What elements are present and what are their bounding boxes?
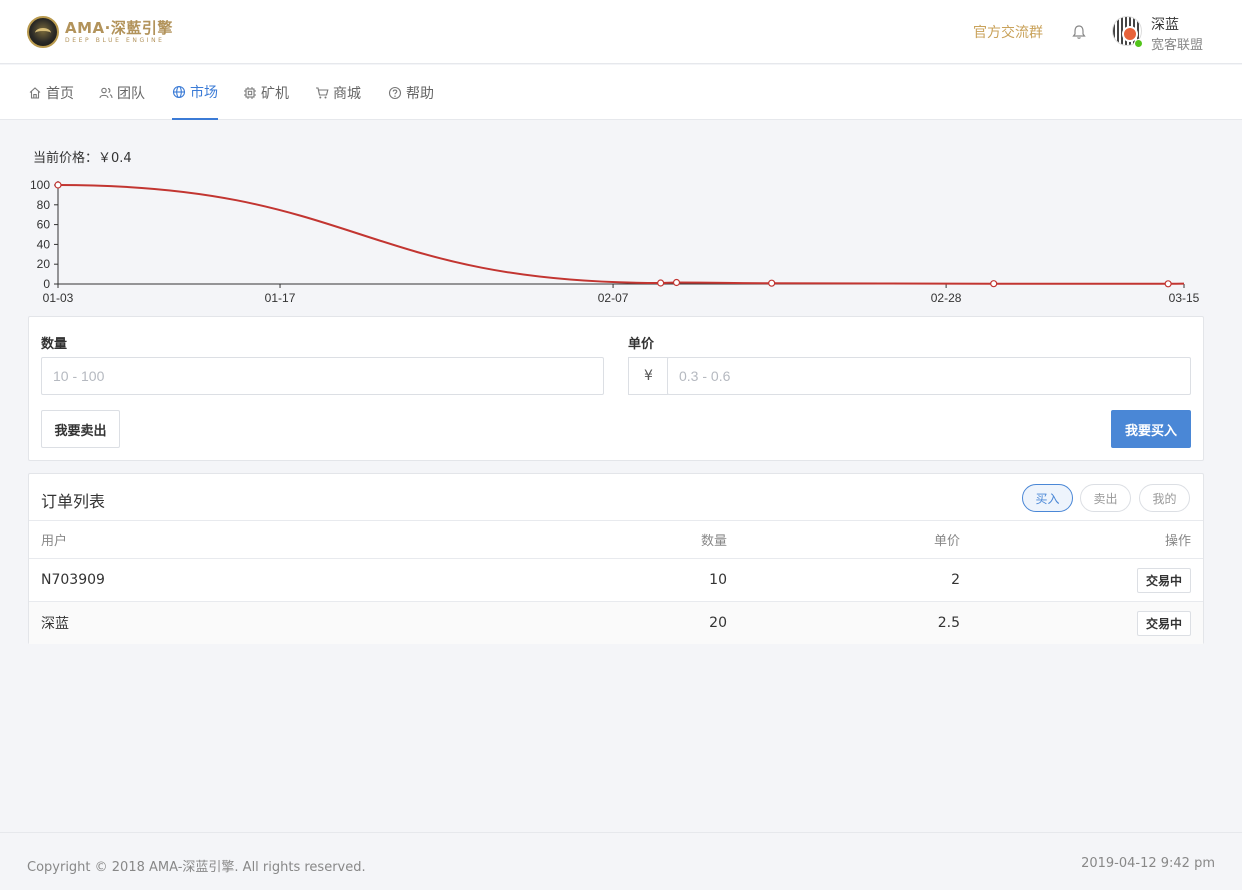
nav-item-help[interactable]: 帮助 bbox=[388, 65, 434, 120]
chip-icon bbox=[244, 86, 256, 99]
y-tick-label: 0 bbox=[43, 277, 50, 291]
current-price-label: 当前价格：￥0.4 bbox=[33, 151, 132, 166]
footer-timestamp: 2019-04-12 9:42 pm bbox=[1081, 856, 1215, 871]
nav-item-shop[interactable]: 商城 bbox=[315, 65, 361, 120]
order-price: 2.5 bbox=[937, 615, 960, 631]
price-data-point bbox=[54, 181, 62, 189]
x-tick-label: 02-28 bbox=[931, 291, 962, 305]
order-price: 2 bbox=[951, 572, 960, 588]
user-name[interactable]: 深蓝 bbox=[1151, 14, 1179, 34]
trading-button[interactable]: 交易中 bbox=[1136, 567, 1191, 593]
price-data-point bbox=[657, 279, 665, 287]
globe-icon bbox=[172, 85, 186, 98]
bell-icon[interactable] bbox=[1071, 24, 1087, 40]
nav-item-market[interactable]: 市场 bbox=[172, 65, 218, 120]
buy-button[interactable]: 我要买入 bbox=[1111, 410, 1191, 448]
brand-subtitle: DEEP BLUE ENGINE bbox=[65, 36, 165, 44]
column-header-price: 单价 bbox=[933, 534, 960, 549]
x-tick-label: 02-07 bbox=[598, 291, 629, 305]
page-footer: Copyright © 2018 AMA-深蓝引擎. All rights re… bbox=[0, 832, 1242, 890]
filter-sell-tab[interactable]: 卖出 bbox=[1080, 484, 1131, 512]
nav-label: 商城 bbox=[333, 85, 361, 102]
trade-form: 数量 单价 ¥ 我要卖出 我要买入 bbox=[28, 316, 1204, 461]
official-group-link[interactable]: 官方交流群 bbox=[973, 22, 1043, 42]
table-row: 深蓝 20 2.5 交易中 bbox=[29, 601, 1203, 644]
currency-prefix: ¥ bbox=[628, 357, 668, 395]
nav-label: 团队 bbox=[117, 85, 145, 102]
column-header-quantity: 数量 bbox=[700, 534, 727, 549]
nav-label: 市场 bbox=[190, 84, 218, 101]
order-action-cell: 交易中 bbox=[1136, 602, 1191, 644]
trading-button[interactable]: 交易中 bbox=[1136, 610, 1191, 636]
table-row: N703909 10 2 交易中 bbox=[29, 558, 1203, 601]
users-icon bbox=[99, 87, 113, 98]
quantity-label: 数量 bbox=[41, 337, 68, 352]
order-user: N703909 bbox=[41, 572, 105, 588]
column-header-user: 用户 bbox=[41, 534, 68, 549]
order-action-cell: 交易中 bbox=[1136, 559, 1191, 601]
order-list: 订单列表 买入 卖出 我的 用户 数量 单价 操作 N703909 10 2 交… bbox=[28, 473, 1204, 644]
nav-item-team[interactable]: 团队 bbox=[99, 65, 145, 120]
order-list-title: 订单列表 bbox=[41, 492, 106, 511]
sell-button[interactable]: 我要卖出 bbox=[41, 410, 120, 448]
y-tick-label: 80 bbox=[37, 198, 51, 212]
x-tick-label: 01-03 bbox=[43, 291, 74, 305]
order-quantity: 20 bbox=[709, 615, 727, 631]
table-header: 用户 数量 单价 操作 bbox=[29, 520, 1203, 558]
brand-text: AMA·深藍引擎 DEEP BLUE ENGINE bbox=[65, 18, 173, 44]
x-tick-label: 03-15 bbox=[1169, 291, 1200, 305]
unit-price-label: 单价 bbox=[628, 337, 655, 352]
order-quantity: 10 bbox=[709, 572, 727, 588]
y-tick-label: 100 bbox=[30, 178, 50, 192]
price-data-point bbox=[990, 280, 998, 288]
top-header: AMA·深藍引擎 DEEP BLUE ENGINE 官方交流群 深蓝 宽客联盟 bbox=[0, 0, 1242, 64]
column-header-action: 操作 bbox=[1164, 534, 1191, 549]
y-tick-label: 60 bbox=[37, 218, 51, 232]
price-series-line bbox=[57, 184, 1185, 285]
home-icon bbox=[29, 86, 41, 99]
price-data-point bbox=[1164, 280, 1172, 288]
user-organization: 宽客联盟 bbox=[1151, 38, 1204, 53]
copyright-text: Copyright © 2018 AMA-深蓝引擎. All rights re… bbox=[27, 860, 366, 875]
y-tick-label: 40 bbox=[37, 237, 51, 251]
price-data-point bbox=[672, 278, 681, 287]
online-status-dot bbox=[1134, 39, 1143, 48]
price-line-chart: 0 20 40 60 80 100 01-03 01-17 02-07 02-28 03-15 bbox=[30, 178, 1200, 305]
price-data-point bbox=[768, 279, 776, 287]
order-user: 深蓝 bbox=[41, 616, 69, 632]
brand-logo[interactable]: AMA·深藍引擎 DEEP BLUE ENGINE bbox=[27, 15, 173, 49]
cart-icon bbox=[316, 86, 329, 98]
unit-price-input[interactable] bbox=[667, 357, 1191, 395]
nav-item-miner[interactable]: 矿机 bbox=[243, 65, 289, 120]
nav-item-home[interactable]: 首页 bbox=[28, 65, 74, 120]
y-tick-label: 20 bbox=[37, 257, 51, 271]
filter-mine-tab[interactable]: 我的 bbox=[1139, 484, 1190, 512]
main-nav: 首页 团队 市场 矿机 商城 帮助 bbox=[0, 65, 1242, 120]
nav-label: 矿机 bbox=[261, 85, 289, 102]
help-icon bbox=[388, 86, 402, 99]
filter-buy-tab[interactable]: 买入 bbox=[1022, 484, 1073, 512]
nav-label: 帮助 bbox=[406, 85, 434, 102]
nav-label: 首页 bbox=[46, 85, 74, 102]
quantity-input[interactable] bbox=[41, 357, 604, 395]
brand-title: AMA·深藍引擎 bbox=[65, 18, 173, 37]
x-tick-label: 01-17 bbox=[265, 291, 296, 305]
eagle-logo-icon bbox=[27, 16, 59, 48]
